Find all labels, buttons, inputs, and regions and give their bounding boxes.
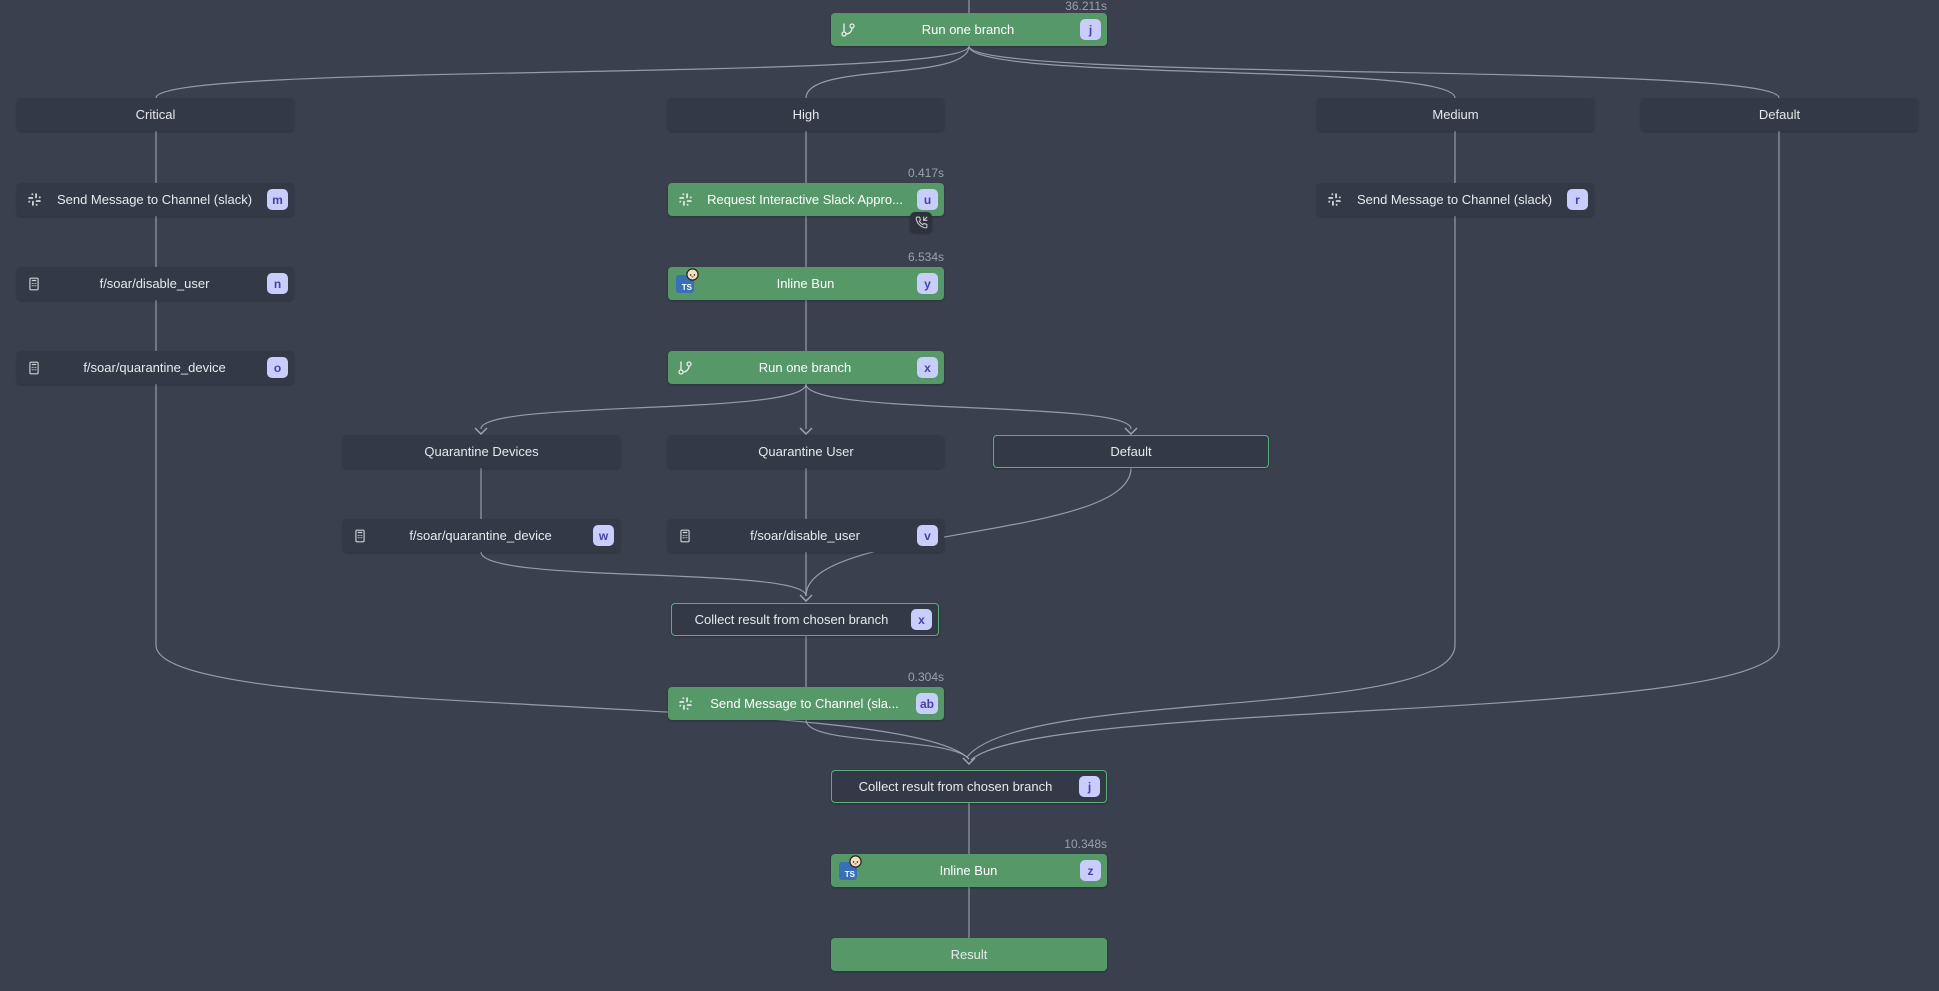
edge-top-default bbox=[969, 46, 1779, 98]
edge-medium-long bbox=[967, 216, 1455, 757]
branch-label: Default bbox=[1641, 107, 1918, 122]
node-label: Collect result from chosen branch bbox=[832, 779, 1079, 794]
node-label: Collect result from chosen branch bbox=[672, 612, 911, 627]
node-inline-bun-final[interactable]: TS Inline Bun z bbox=[831, 854, 1107, 887]
node-id-badge: x bbox=[911, 609, 932, 630]
script-icon bbox=[352, 528, 368, 544]
node-send-message-critical[interactable]: Send Message to Channel (slack) m bbox=[17, 183, 294, 216]
edge-top-high bbox=[806, 46, 969, 98]
branch-header-quarantine-user[interactable]: Quarantine User bbox=[668, 435, 944, 468]
node-label: f/soar/quarantine_device bbox=[42, 360, 267, 375]
arrowhead-subdef bbox=[1125, 428, 1137, 434]
duration-label: 0.417s bbox=[668, 166, 944, 180]
node-label: f/soar/disable_user bbox=[42, 276, 267, 291]
slack-icon bbox=[677, 192, 693, 208]
node-collect-result-main[interactable]: Collect result from chosen branch j bbox=[831, 770, 1107, 803]
node-id-badge: ab bbox=[916, 693, 938, 714]
node-collect-result-inner[interactable]: Collect result from chosen branch x bbox=[671, 603, 939, 636]
bun-icon bbox=[849, 855, 862, 868]
node-label: Run one branch bbox=[693, 360, 917, 375]
duration-label: 0.304s bbox=[668, 670, 944, 684]
node-id-badge: o bbox=[267, 357, 288, 378]
branch-label: Default bbox=[994, 444, 1268, 459]
git-branch-icon bbox=[840, 22, 856, 38]
node-label: Inline Bun bbox=[694, 276, 917, 291]
node-inline-bun-high[interactable]: TS Inline Bun y bbox=[668, 267, 944, 300]
script-icon bbox=[26, 276, 42, 292]
node-id-badge: x bbox=[917, 357, 938, 378]
arrowhead-qd bbox=[475, 428, 487, 434]
node-script-quarantine-device-sub[interactable]: f/soar/quarantine_device w bbox=[343, 519, 620, 552]
node-id-badge: m bbox=[267, 189, 288, 210]
node-id-badge: r bbox=[1567, 189, 1588, 210]
branch-label: Quarantine Devices bbox=[343, 444, 620, 459]
duration-label: 10.348s bbox=[831, 837, 1107, 851]
node-label: Send Message to Channel (slack) bbox=[1342, 192, 1567, 207]
edge-top-critical bbox=[156, 46, 969, 98]
node-send-message-medium[interactable]: Send Message to Channel (slack) r bbox=[1317, 183, 1594, 216]
typescript-icon: TS bbox=[676, 275, 694, 293]
branch-label: Quarantine User bbox=[668, 444, 944, 459]
duration-label: 6.534s bbox=[668, 250, 944, 264]
node-id-badge: j bbox=[1080, 19, 1101, 40]
node-run-one-branch-main[interactable]: Run one branch j bbox=[831, 13, 1107, 46]
node-label: Send Message to Channel (sla... bbox=[693, 696, 916, 711]
node-id-badge: w bbox=[593, 525, 614, 546]
node-id-badge: z bbox=[1080, 860, 1101, 881]
script-icon bbox=[677, 528, 693, 544]
arrowhead-collect-x bbox=[800, 595, 812, 601]
node-script-quarantine-device-critical[interactable]: f/soar/quarantine_device o bbox=[17, 351, 294, 384]
branch-header-quarantine-devices[interactable]: Quarantine Devices bbox=[343, 435, 620, 468]
phone-incoming-icon bbox=[910, 212, 932, 233]
node-id-badge: j bbox=[1079, 776, 1100, 797]
duration-label: 36.211s bbox=[831, 0, 1107, 13]
branch-label: High bbox=[668, 107, 944, 122]
branch-label: Medium bbox=[1317, 107, 1594, 122]
typescript-icon: TS bbox=[839, 862, 857, 880]
edge-top-medium bbox=[969, 46, 1455, 98]
node-script-disable-user-critical[interactable]: f/soar/disable_user n bbox=[17, 267, 294, 300]
node-id-badge: y bbox=[917, 273, 938, 294]
branch-header-high[interactable]: High bbox=[668, 98, 944, 131]
edge-w-collect bbox=[481, 552, 806, 596]
node-result[interactable]: Result bbox=[831, 938, 1107, 971]
branch-label: Critical bbox=[17, 107, 294, 122]
branch-header-default-selected[interactable]: Default bbox=[993, 435, 1269, 468]
edge-layer bbox=[0, 0, 1939, 991]
flow-graph-canvas[interactable]: 36.211s 0.417s 6.534s 0.304s 10.348s Run… bbox=[0, 0, 1939, 991]
branch-header-default[interactable]: Default bbox=[1641, 98, 1918, 131]
node-label: f/soar/quarantine_device bbox=[368, 528, 593, 543]
node-id-badge: n bbox=[267, 273, 288, 294]
node-send-message-ab[interactable]: Send Message to Channel (sla... ab bbox=[668, 687, 944, 720]
node-request-slack-approval[interactable]: Request Interactive Slack Appro... u bbox=[668, 183, 944, 216]
script-icon bbox=[26, 360, 42, 376]
git-branch-icon bbox=[677, 360, 693, 376]
slack-icon bbox=[26, 192, 42, 208]
branch-header-critical[interactable]: Critical bbox=[17, 98, 294, 131]
node-label: Inline Bun bbox=[857, 863, 1080, 878]
bun-icon bbox=[686, 268, 699, 281]
edge-ab-collectj bbox=[806, 720, 969, 759]
node-script-disable-user-sub[interactable]: f/soar/disable_user v bbox=[668, 519, 944, 552]
node-label: Result bbox=[831, 947, 1107, 962]
node-label: Send Message to Channel (slack) bbox=[42, 192, 267, 207]
node-label: Run one branch bbox=[856, 22, 1080, 37]
branch-header-medium[interactable]: Medium bbox=[1317, 98, 1594, 131]
edge-subfan-qd bbox=[481, 384, 806, 429]
node-id-badge: v bbox=[917, 525, 938, 546]
node-label: Request Interactive Slack Appro... bbox=[693, 192, 917, 207]
slack-icon bbox=[1326, 192, 1342, 208]
node-run-one-branch-high[interactable]: Run one branch x bbox=[668, 351, 944, 384]
node-label: f/soar/disable_user bbox=[693, 528, 917, 543]
node-id-badge: u bbox=[917, 189, 938, 210]
edge-subfan-def bbox=[806, 384, 1131, 429]
arrowhead-qu bbox=[800, 428, 812, 434]
arrowhead-collect-j bbox=[963, 758, 975, 764]
slack-icon bbox=[677, 696, 693, 712]
